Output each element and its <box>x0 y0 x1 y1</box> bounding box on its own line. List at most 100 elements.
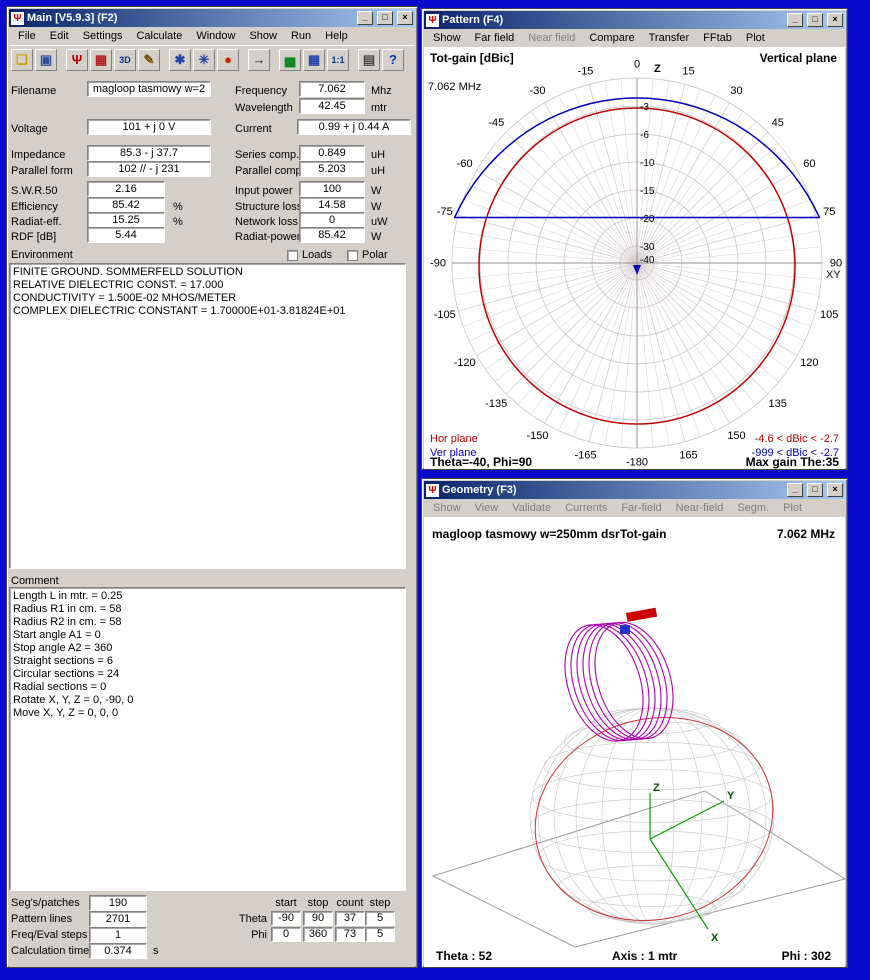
network-loss-input[interactable]: 0 <box>299 212 365 228</box>
generate-ball-button[interactable]: ● <box>217 49 239 71</box>
svg-text:-105: -105 <box>434 309 456 321</box>
calculator-button[interactable]: ▦ <box>303 49 325 71</box>
svg-text:XY: XY <box>826 269 841 281</box>
polar-checkbox[interactable] <box>347 250 358 261</box>
radiat-power-input[interactable]: 85.42 <box>299 227 365 243</box>
menu-show[interactable]: Show <box>242 28 284 44</box>
phi-stop-input[interactable]: 360 <box>303 927 333 942</box>
comment-line: Stop angle A2 = 360 <box>13 642 402 655</box>
geo-menu-currents[interactable]: Currents <box>558 500 614 516</box>
save-file-button[interactable]: ▣ <box>35 49 57 71</box>
pattern-close-button[interactable]: × <box>827 13 843 27</box>
geo-menu-validate[interactable]: Validate <box>505 500 558 516</box>
svg-text:X: X <box>711 932 719 944</box>
geo-menu-show[interactable]: Show <box>426 500 468 516</box>
sweep-theta-label: Theta <box>235 913 267 925</box>
pattern-menu-fftab[interactable]: FFtab <box>696 30 739 46</box>
svg-text:-75: -75 <box>437 206 453 218</box>
geo-menu-far-field[interactable]: Far-field <box>614 500 668 516</box>
open-file-button[interactable]: ❏ <box>11 49 33 71</box>
phi-start-input[interactable]: 0 <box>271 927 301 942</box>
geo-menu-segm[interactable]: Segm. <box>730 500 776 516</box>
input-power-input[interactable]: 100 <box>299 181 365 197</box>
pattern-menu-plot[interactable]: Plot <box>739 30 772 46</box>
menu-edit[interactable]: Edit <box>43 28 76 44</box>
menu-file[interactable]: File <box>11 28 43 44</box>
parallel-form-input[interactable]: 102 // - j 231 <box>87 161 211 177</box>
svg-text:-60: -60 <box>457 158 473 170</box>
pattern-menu-far-field[interactable]: Far field <box>468 30 522 46</box>
current-input[interactable]: 0.99 + j 0.44 A <box>297 119 411 135</box>
settings-gear-button[interactable]: ✱ <box>169 49 191 71</box>
geometry-window-title: Geometry (F3) <box>442 484 783 496</box>
view-3d-button[interactable]: 3D <box>114 49 136 71</box>
comment-textbox[interactable]: Length L in mtr. = 0.25 Radius R1 in cm.… <box>9 587 406 891</box>
svg-text:-45: -45 <box>488 117 504 129</box>
theta-start-input[interactable]: -90 <box>271 911 301 926</box>
wavelength-input[interactable]: 42.45 <box>299 98 365 114</box>
geo-menu-view[interactable]: View <box>468 500 506 516</box>
input-power-unit: W <box>371 185 381 197</box>
menu-settings[interactable]: Settings <box>76 28 130 44</box>
geometry-3d-view[interactable]: ZYX <box>424 547 845 951</box>
structure-loss-input[interactable]: 14.58 <box>299 197 365 213</box>
environment-textbox[interactable]: FINITE GROUND. SOMMERFELD SOLUTION RELAT… <box>9 263 406 569</box>
swr-input[interactable]: 2.16 <box>87 181 165 197</box>
rdf-input[interactable]: 5.44 <box>87 227 165 243</box>
pattern-titlebar[interactable]: Ψ Pattern (F4) _ □ × <box>424 11 845 29</box>
book-button[interactable]: ▤ <box>358 49 380 71</box>
geometry-minimize-button[interactable]: _ <box>787 483 803 497</box>
tower-grid-button[interactable]: ▦ <box>90 49 112 71</box>
edit-file-button[interactable]: ✎ <box>138 49 160 71</box>
pattern-menu-compare[interactable]: Compare <box>582 30 641 46</box>
geo-menu-near-field[interactable]: Near-field <box>669 500 731 516</box>
efficiency-input[interactable]: 85.42 <box>87 197 165 213</box>
efficiency-unit: % <box>173 201 183 213</box>
menu-help[interactable]: Help <box>318 28 355 44</box>
geometry-titlebar[interactable]: Ψ Geometry (F3) _ □ × <box>424 481 845 499</box>
voltage-input[interactable]: 101 + j 0 V <box>87 119 211 135</box>
run-arrow-button[interactable]: → <box>248 49 270 71</box>
main-titlebar[interactable]: Ψ Main [V5.9.3] (F2) _ □ × <box>9 9 415 27</box>
pattern-menu-transfer[interactable]: Transfer <box>642 30 697 46</box>
impedance-input[interactable]: 85.3 - j 37.7 <box>87 145 211 161</box>
main-maximize-button[interactable]: □ <box>377 11 393 25</box>
main-close-button[interactable]: × <box>397 11 413 25</box>
current-label: Current <box>235 123 272 135</box>
svg-text:Y: Y <box>727 790 735 802</box>
pattern-chart-button[interactable]: ▅ <box>279 49 301 71</box>
parallel-comp-input[interactable]: 5.203 <box>299 161 365 177</box>
series-comp-unit: uH <box>371 149 385 161</box>
freq-eval-steps-value[interactable]: 1 <box>89 927 147 943</box>
pattern-menu-show[interactable]: Show <box>426 30 468 46</box>
phi-count-input[interactable]: 73 <box>335 927 365 942</box>
polar-plot[interactable]: 0153045607590105120135150165-180-165-150… <box>424 47 845 469</box>
parallel-comp-unit: uH <box>371 165 385 177</box>
theta-stop-input[interactable]: 90 <box>303 911 333 926</box>
sweep-star-button[interactable]: ✳ <box>193 49 215 71</box>
menu-run[interactable]: Run <box>284 28 318 44</box>
radiat-eff-input[interactable]: 15.25 <box>87 212 165 228</box>
antenna-geometry-button[interactable]: Ψ <box>66 49 88 71</box>
loads-checkbox[interactable] <box>287 250 298 261</box>
scale-1-1-button[interactable]: 1:1 <box>327 49 349 71</box>
frequency-input[interactable]: 7.062 <box>299 81 365 97</box>
geometry-maximize-button[interactable]: □ <box>807 483 823 497</box>
environment-line: RELATIVE DIELECTRIC CONST. = 17.000 <box>13 279 402 292</box>
pattern-maximize-button[interactable]: □ <box>807 13 823 27</box>
help-button[interactable]: ? <box>382 49 404 71</box>
theta-count-input[interactable]: 37 <box>335 911 365 926</box>
menu-calculate[interactable]: Calculate <box>129 28 189 44</box>
series-comp-input[interactable]: 0.849 <box>299 145 365 161</box>
hor-plane-range: -4.6 < dBic < -2.7 <box>755 433 839 445</box>
theta-step-input[interactable]: 5 <box>365 911 395 926</box>
geo-menu-plot[interactable]: Plot <box>776 500 809 516</box>
main-minimize-button[interactable]: _ <box>357 11 373 25</box>
filename-input[interactable]: magloop tasmowy w=2 <box>87 81 211 97</box>
geometry-close-button[interactable]: × <box>827 483 843 497</box>
menu-window[interactable]: Window <box>189 28 242 44</box>
hor-plane-legend: Hor plane <box>430 433 478 445</box>
pattern-minimize-button[interactable]: _ <box>787 13 803 27</box>
phi-step-input[interactable]: 5 <box>365 927 395 942</box>
pattern-window-title: Pattern (F4) <box>442 14 783 26</box>
